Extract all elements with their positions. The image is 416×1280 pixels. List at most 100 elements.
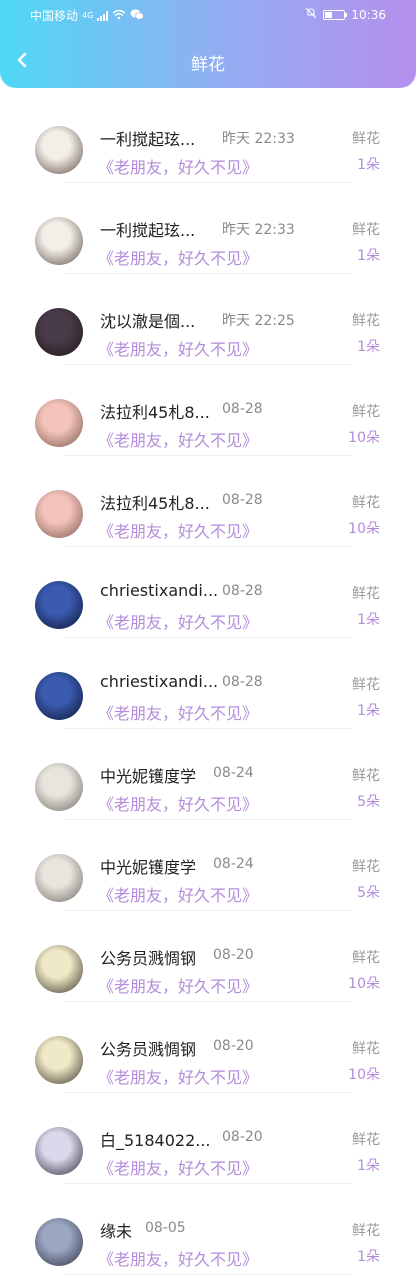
avatar[interactable] bbox=[35, 399, 83, 447]
avatar[interactable] bbox=[35, 1218, 83, 1266]
gift-type: 鲜花 bbox=[352, 768, 380, 784]
sent-time: 昨天 22:33 bbox=[222, 222, 295, 238]
page-title: 鲜花 bbox=[191, 55, 225, 75]
gift-message: 《老朋友，好久不见》 bbox=[98, 977, 259, 996]
divider bbox=[64, 1274, 352, 1275]
network-type: 4G bbox=[82, 11, 94, 20]
gift-type: 鲜花 bbox=[352, 404, 380, 420]
list-item[interactable]: 沈以澈是個... 昨天 22:25 《老朋友，好久不见》 鲜花 1朵 bbox=[0, 274, 416, 365]
gift-count: 5朵 bbox=[357, 885, 380, 901]
list-item[interactable]: 一利搅起玹... 昨天 22:33 《老朋友，好久不见》 鲜花 1朵 bbox=[0, 183, 416, 274]
gift-message: 《老朋友，好久不见》 bbox=[98, 158, 259, 177]
gift-type: 鲜花 bbox=[352, 1041, 380, 1057]
gift-count: 1朵 bbox=[357, 703, 380, 719]
sent-time: 08-28 bbox=[222, 492, 263, 508]
status-bar: 中国移动 4G 10:36 bbox=[0, 0, 416, 30]
gift-message: 《老朋友，好久不见》 bbox=[98, 704, 259, 723]
sender-name: 一利搅起玹... bbox=[100, 221, 196, 240]
gift-count: 1朵 bbox=[357, 248, 380, 264]
sender-name: 公务员溅惆钢 bbox=[100, 1040, 197, 1059]
list-item[interactable]: 中光妮镬度学 08-24 《老朋友，好久不见》 鲜花 5朵 bbox=[0, 729, 416, 820]
list-item[interactable]: 一利搅起玹... 昨天 22:33 《老朋友，好久不见》 鲜花 1朵 bbox=[0, 92, 416, 183]
wifi-icon bbox=[112, 9, 126, 23]
gift-type: 鲜花 bbox=[352, 131, 380, 147]
gift-count: 1朵 bbox=[357, 612, 380, 628]
status-left: 中国移动 4G bbox=[30, 7, 145, 24]
sent-time: 昨天 22:33 bbox=[222, 131, 295, 147]
gift-message: 《老朋友，好久不见》 bbox=[98, 1159, 259, 1178]
sent-time: 08-24 bbox=[213, 765, 254, 781]
list-item[interactable]: 法拉利45札8... 08-28 《老朋友，好久不见》 鲜花 10朵 bbox=[0, 365, 416, 456]
gift-count: 1朵 bbox=[357, 1249, 380, 1265]
gift-count: 10朵 bbox=[348, 1067, 380, 1083]
gift-count: 10朵 bbox=[348, 521, 380, 537]
sent-time: 08-28 bbox=[222, 674, 263, 690]
avatar[interactable] bbox=[35, 126, 83, 174]
sent-time: 昨天 22:25 bbox=[222, 313, 295, 329]
sender-name: chriestixandi... bbox=[100, 581, 219, 600]
gift-type: 鲜花 bbox=[352, 950, 380, 966]
list-item[interactable]: chriestixandi... 08-28 《老朋友，好久不见》 鲜花 1朵 bbox=[0, 638, 416, 729]
sender-name: 公务员溅惆钢 bbox=[100, 949, 197, 968]
avatar[interactable] bbox=[35, 1036, 83, 1084]
app-header: 中国移动 4G 10:36 鲜花 bbox=[0, 0, 416, 88]
gift-message: 《老朋友，好久不见》 bbox=[98, 613, 259, 632]
list-item[interactable]: chriestixandi... 08-28 《老朋友，好久不见》 鲜花 1朵 bbox=[0, 547, 416, 638]
gift-type: 鲜花 bbox=[352, 859, 380, 875]
gift-message: 《老朋友，好久不见》 bbox=[98, 795, 259, 814]
gift-message: 《老朋友，好久不见》 bbox=[98, 340, 259, 359]
gift-count: 5朵 bbox=[357, 794, 380, 810]
gift-type: 鲜花 bbox=[352, 1132, 380, 1148]
sender-name: chriestixandi... bbox=[100, 672, 219, 691]
gift-message: 《老朋友，好久不见》 bbox=[98, 1068, 259, 1087]
gift-count: 1朵 bbox=[357, 339, 380, 355]
sender-name: 缘未 bbox=[100, 1222, 133, 1241]
list-item[interactable]: 中光妮镬度学 08-24 《老朋友，好久不见》 鲜花 5朵 bbox=[0, 820, 416, 911]
gift-count: 1朵 bbox=[357, 1158, 380, 1174]
list-item[interactable]: 公务员溅惆钢 08-20 《老朋友，好久不见》 鲜花 10朵 bbox=[0, 1002, 416, 1093]
avatar[interactable] bbox=[35, 490, 83, 538]
avatar[interactable] bbox=[35, 217, 83, 265]
avatar[interactable] bbox=[35, 672, 83, 720]
signal-icon bbox=[97, 10, 109, 21]
gift-message: 《老朋友，好久不见》 bbox=[98, 522, 259, 541]
flower-gift-list: 一利搅起玹... 昨天 22:33 《老朋友，好久不见》 鲜花 1朵 一利搅起玹... 昨天… bbox=[0, 92, 416, 1275]
gift-type: 鲜花 bbox=[352, 495, 380, 511]
avatar[interactable] bbox=[35, 581, 83, 629]
sender-name: 中光妮镬度学 bbox=[100, 858, 197, 877]
gift-type: 鲜花 bbox=[352, 1223, 380, 1239]
sender-name: 沈以澈是個... bbox=[100, 312, 196, 331]
gift-message: 《老朋友，好久不见》 bbox=[98, 431, 259, 450]
gift-count: 1朵 bbox=[357, 157, 380, 173]
gift-message: 《老朋友，好久不见》 bbox=[98, 886, 259, 905]
avatar[interactable] bbox=[35, 854, 83, 902]
gift-type: 鲜花 bbox=[352, 586, 380, 602]
sent-time: 08-28 bbox=[222, 401, 263, 417]
sender-name: 一利搅起玹... bbox=[100, 130, 196, 149]
sender-name: 中光妮镬度学 bbox=[100, 767, 197, 786]
avatar[interactable] bbox=[35, 308, 83, 356]
sent-time: 08-05 bbox=[145, 1220, 186, 1236]
wechat-icon bbox=[130, 9, 145, 23]
gift-type: 鲜花 bbox=[352, 222, 380, 238]
list-item[interactable]: 白_5184022... 08-20 《老朋友，好久不见》 鲜花 1朵 bbox=[0, 1093, 416, 1184]
avatar[interactable] bbox=[35, 763, 83, 811]
sent-time: 08-24 bbox=[213, 856, 254, 872]
sent-time: 08-20 bbox=[222, 1129, 263, 1145]
sent-time: 08-20 bbox=[213, 947, 254, 963]
gift-count: 10朵 bbox=[348, 430, 380, 446]
gift-type: 鲜花 bbox=[352, 677, 380, 693]
list-item[interactable]: 法拉利45札8... 08-28 《老朋友，好久不见》 鲜花 10朵 bbox=[0, 456, 416, 547]
mute-icon bbox=[305, 7, 317, 22]
carrier-label: 中国移动 bbox=[30, 9, 79, 23]
list-item[interactable]: 缘未 08-05 《老朋友，好久不见》 鲜花 1朵 bbox=[0, 1184, 416, 1275]
gift-message: 《老朋友，好久不见》 bbox=[98, 249, 259, 268]
sender-name: 白_5184022... bbox=[100, 1131, 211, 1150]
list-item[interactable]: 公务员溅惆钢 08-20 《老朋友，好久不见》 鲜花 10朵 bbox=[0, 911, 416, 1002]
sender-name: 法拉利45札8... bbox=[100, 403, 210, 422]
avatar[interactable] bbox=[35, 945, 83, 993]
gift-message: 《老朋友，好久不见》 bbox=[98, 1250, 259, 1269]
gift-type: 鲜花 bbox=[352, 313, 380, 329]
avatar[interactable] bbox=[35, 1127, 83, 1175]
clock: 10:36 bbox=[351, 7, 386, 22]
